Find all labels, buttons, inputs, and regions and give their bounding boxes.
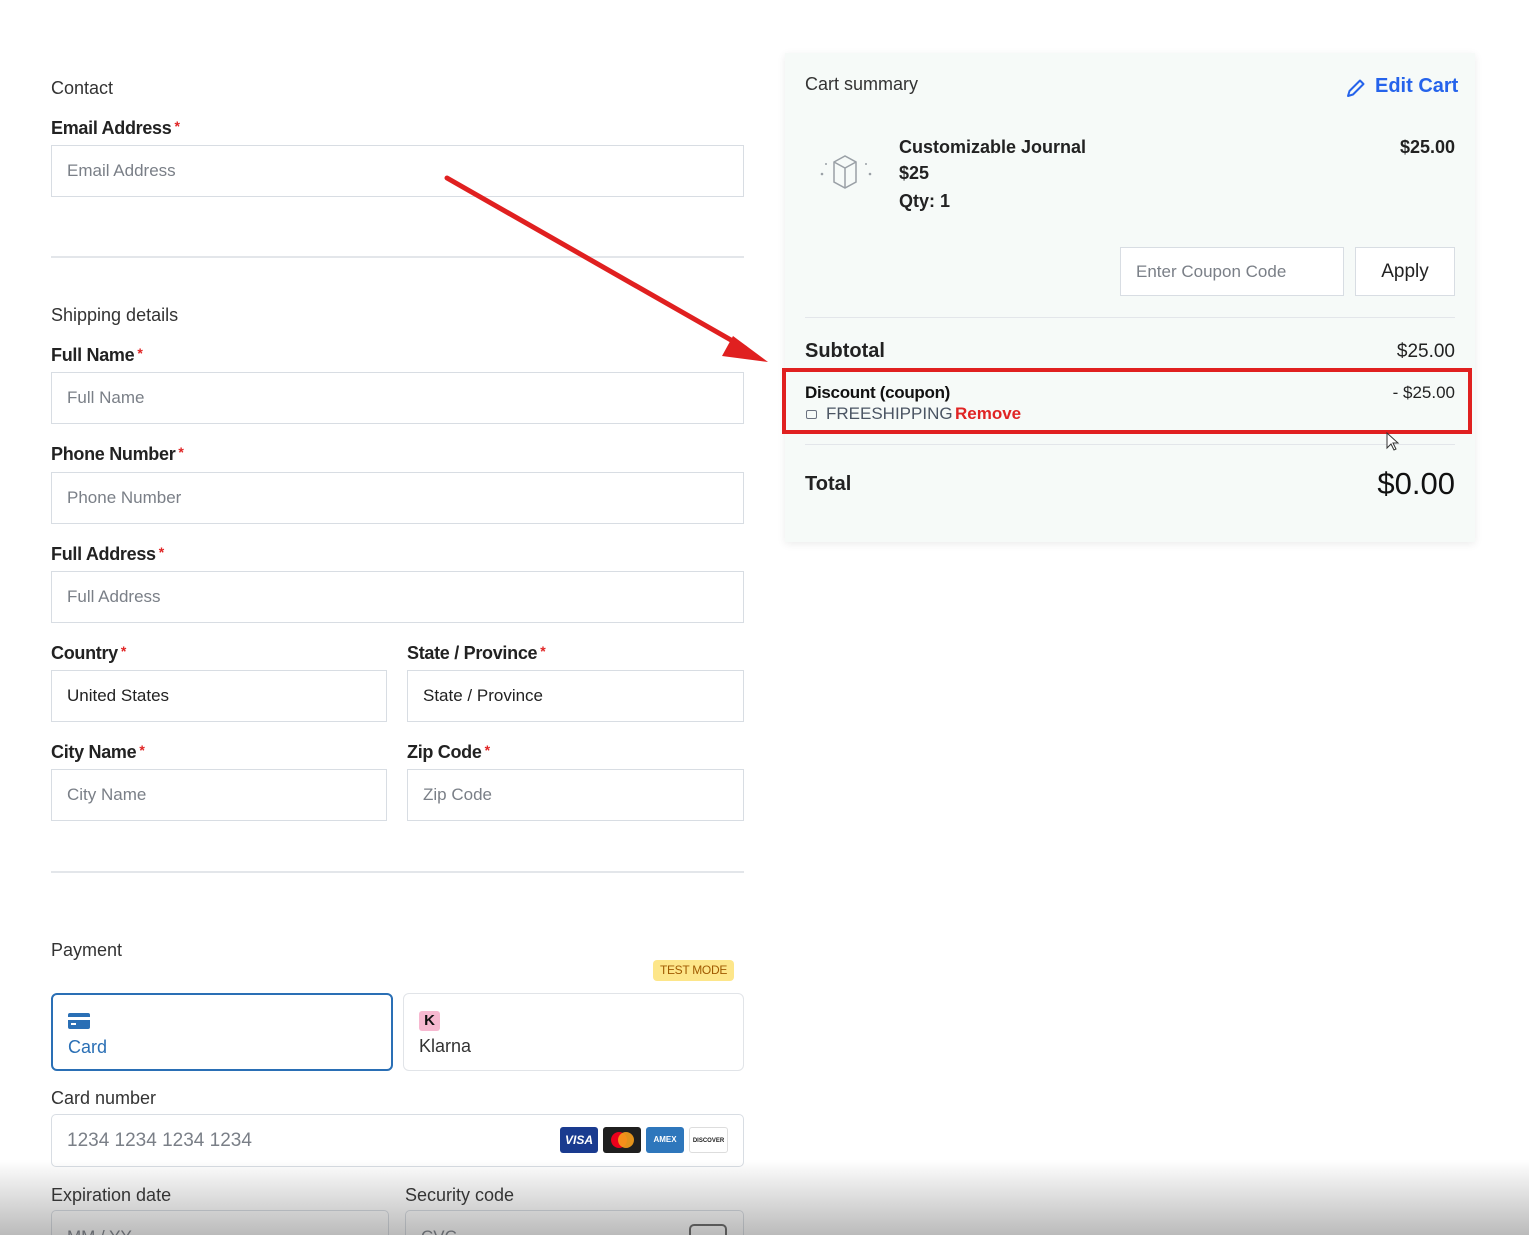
cart-divider: [805, 317, 1455, 318]
email-input[interactable]: [51, 145, 744, 197]
cart-summary-title: Cart summary: [805, 74, 919, 94]
payment-tab-klarna[interactable]: K Klarna: [403, 993, 744, 1071]
payment-tab-card[interactable]: Card: [51, 993, 393, 1071]
card-number-label: Card number: [51, 1088, 157, 1108]
apply-coupon-button[interactable]: Apply: [1355, 247, 1455, 296]
security-code-label: Security code: [405, 1185, 515, 1205]
mouse-cursor-icon: [1386, 432, 1400, 451]
payment-tab-label: Klarna: [419, 1036, 472, 1056]
cart-item-line-total: $25.00: [1399, 137, 1455, 157]
country-select[interactable]: [51, 670, 387, 722]
cart-item-name: Customizable Journal: [899, 137, 1087, 157]
required-mark: *: [540, 643, 546, 659]
section-divider: [51, 871, 744, 873]
annotation-highlight-box: [782, 368, 1472, 434]
cart-item-price: $25: [899, 163, 930, 183]
pencil-icon: [1347, 79, 1365, 97]
phone-label: Phone Number *: [51, 444, 184, 464]
required-mark: *: [137, 345, 143, 361]
state-select[interactable]: [407, 670, 744, 722]
total-label: Total: [805, 473, 852, 495]
zip-input[interactable]: [407, 769, 744, 821]
total-value: $0.00: [1377, 466, 1455, 501]
payment-section-title: Payment: [51, 940, 123, 960]
shipping-section-title: Shipping details: [51, 305, 179, 325]
product-box-icon: [820, 155, 872, 189]
cvc-card-icon: [689, 1224, 727, 1235]
city-input[interactable]: [51, 769, 387, 821]
phone-input[interactable]: [51, 472, 744, 524]
amex-icon: AMEX: [646, 1127, 684, 1153]
coupon-code-input[interactable]: [1120, 247, 1344, 296]
required-mark: *: [158, 544, 164, 560]
contact-section-title: Contact: [51, 78, 114, 98]
cart-summary-panel: [785, 53, 1475, 542]
subtotal-value: $25.00: [1396, 341, 1455, 362]
cart-item-qty: Qty: 1: [899, 191, 951, 211]
test-mode-badge: TEST MODE: [653, 960, 734, 981]
state-label: State / Province *: [407, 643, 546, 663]
visa-icon: VISA: [560, 1127, 598, 1153]
expiration-label: Expiration date: [51, 1185, 172, 1205]
address-input[interactable]: [51, 571, 744, 623]
email-label: Email Address *: [51, 118, 180, 138]
expiration-input[interactable]: [51, 1210, 389, 1235]
full-name-input[interactable]: [51, 372, 744, 424]
city-label: City Name *: [51, 742, 145, 762]
required-mark: *: [178, 444, 184, 460]
credit-card-icon: [68, 1013, 90, 1029]
address-label: Full Address *: [51, 544, 164, 564]
full-name-label: Full Name *: [51, 345, 143, 365]
cart-divider: [805, 444, 1455, 445]
discover-icon: DISCOVER: [689, 1127, 728, 1153]
payment-tab-label: Card: [68, 1037, 108, 1057]
section-divider: [51, 256, 744, 258]
zip-label: Zip Code *: [407, 742, 490, 762]
klarna-icon: K: [419, 1011, 440, 1031]
required-mark: *: [139, 742, 145, 758]
required-mark: *: [484, 742, 490, 758]
required-mark: *: [174, 118, 180, 134]
country-label: Country *: [51, 643, 127, 663]
required-mark: *: [120, 643, 127, 659]
subtotal-label: Subtotal: [805, 340, 885, 362]
mastercard-icon: [603, 1127, 641, 1153]
